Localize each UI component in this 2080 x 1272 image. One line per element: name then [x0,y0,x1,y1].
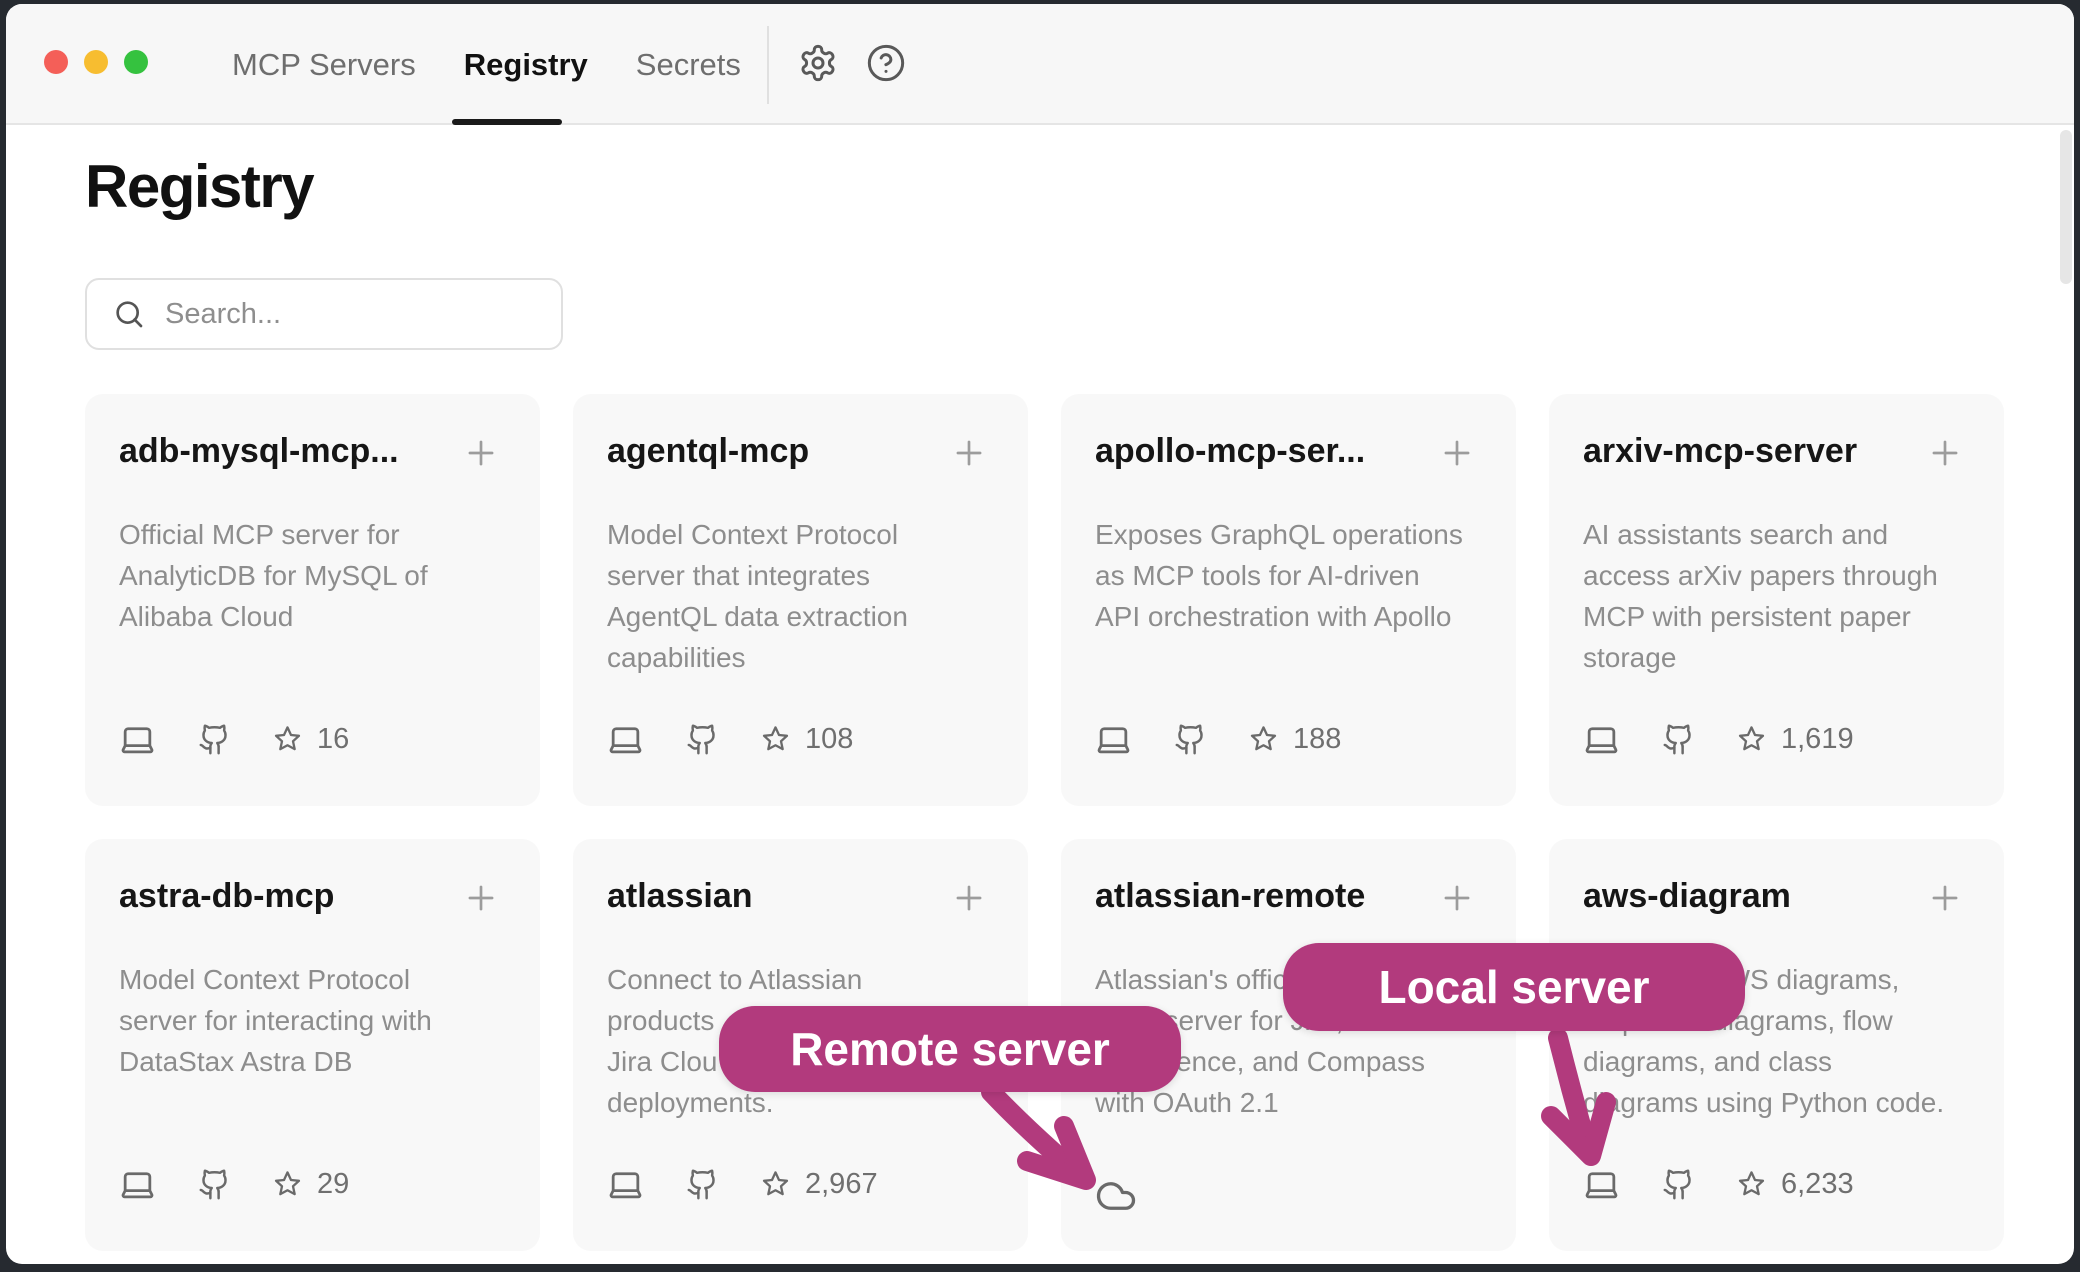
server-card-apollo-mcp-server[interactable]: apollo-mcp-ser... Exposes GraphQL operat… [1061,394,1516,806]
stars-count: 108 [805,723,853,756]
tab-mcp-servers[interactable]: MCP Servers [232,47,416,83]
server-card-grid: adb-mysql-mcp... Official MCP server for… [85,394,2004,1251]
cloud-icon [1095,1175,1137,1217]
toolbar-divider [767,26,769,104]
star-icon [761,1170,790,1199]
server-description: AI assistants search and access arXiv pa… [1583,514,1978,678]
github-icon [198,723,231,756]
card-footer: 188 [1095,719,1341,759]
star-icon [1737,725,1766,754]
stars-count: 188 [1293,723,1341,756]
local-server-callout: Local server [1283,943,1745,1031]
github-icon [1174,723,1207,756]
card-footer: 2,967 [607,1164,878,1204]
add-server-button[interactable] [1926,434,1964,472]
star-icon [1737,1170,1766,1199]
search-icon [113,298,145,330]
github-icon [686,723,719,756]
title-bar: MCP Servers Registry Secrets [6,4,2074,125]
gear-icon[interactable] [798,43,838,83]
laptop-icon [1583,721,1620,758]
laptop-icon [119,721,156,758]
server-description: Official MCP server for AnalyticDB for M… [119,514,514,637]
add-server-button[interactable] [950,434,988,472]
server-card-adb-mysql-mcp[interactable]: adb-mysql-mcp... Official MCP server for… [85,394,540,806]
add-server-button[interactable] [1926,879,1964,917]
zoom-window-button[interactable] [124,50,148,74]
tab-registry[interactable]: Registry [464,47,588,83]
main-tabs: MCP Servers Registry Secrets [232,4,741,125]
tab-secrets[interactable]: Secrets [636,47,741,83]
laptop-icon [1095,721,1132,758]
add-server-button[interactable] [462,879,500,917]
server-card-aws-diagram[interactable]: aws-diagram Generate AWS diagrams, seque… [1549,839,2004,1251]
stars-count: 29 [317,1168,349,1201]
star-icon [273,1170,302,1199]
minimize-window-button[interactable] [84,50,108,74]
star-icon [761,725,790,754]
server-name: astra-db-mcp [119,877,448,916]
laptop-icon [607,1166,644,1203]
card-footer: 1,619 [1583,719,1854,759]
star-icon [1249,725,1278,754]
github-icon [686,1168,719,1201]
add-server-button[interactable] [950,879,988,917]
server-description: Model Context Protocol server for intera… [119,959,514,1082]
server-name: adb-mysql-mcp... [119,432,448,471]
laptop-icon [119,1166,156,1203]
laptop-icon [1583,1166,1620,1203]
vertical-scrollbar-thumb[interactable] [2060,130,2072,284]
card-footer: 108 [607,719,853,759]
stars-count: 16 [317,723,349,756]
server-name: arxiv-mcp-server [1583,432,1912,471]
card-footer: 6,233 [1583,1164,1854,1204]
add-server-button[interactable] [1438,879,1476,917]
server-card-arxiv-mcp-server[interactable]: arxiv-mcp-server AI assistants search an… [1549,394,2004,806]
card-footer: 16 [119,719,349,759]
close-window-button[interactable] [44,50,68,74]
page-title: Registry [85,152,313,221]
server-card-agentql-mcp[interactable]: agentql-mcp Model Context Protocol serve… [573,394,1028,806]
app-window: MCP Servers Registry Secrets Registry ad… [6,4,2074,1264]
remote-server-callout: Remote server [719,1006,1181,1092]
laptop-icon [607,721,644,758]
server-description: Exposes GraphQL operations as MCP tools … [1095,514,1490,637]
server-name: atlassian [607,877,936,916]
star-icon [273,725,302,754]
server-name: apollo-mcp-ser... [1095,432,1424,471]
add-server-button[interactable] [1438,434,1476,472]
card-footer [1095,1164,1137,1204]
search-input[interactable] [165,298,545,331]
server-name: atlassian-remote [1095,877,1424,916]
active-tab-indicator [452,119,562,125]
stars-count: 1,619 [1781,723,1854,756]
github-icon [1662,1168,1695,1201]
search-box [85,278,563,350]
github-icon [198,1168,231,1201]
server-description: Model Context Protocol server that integ… [607,514,1002,678]
github-icon [1662,723,1695,756]
stars-count: 6,233 [1781,1168,1854,1201]
stars-count: 2,967 [805,1168,878,1201]
add-server-button[interactable] [462,434,500,472]
server-name: agentql-mcp [607,432,936,471]
server-card-astra-db-mcp[interactable]: astra-db-mcp Model Context Protocol serv… [85,839,540,1251]
help-icon[interactable] [866,43,906,83]
card-footer: 29 [119,1164,349,1204]
server-name: aws-diagram [1583,877,1912,916]
